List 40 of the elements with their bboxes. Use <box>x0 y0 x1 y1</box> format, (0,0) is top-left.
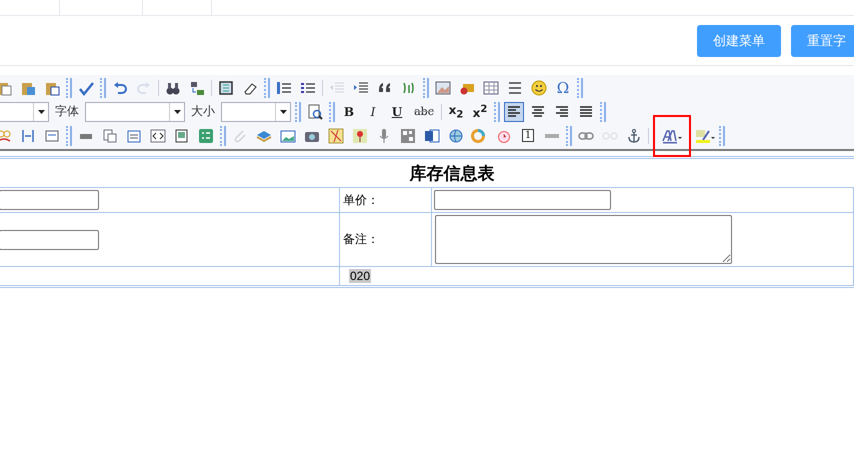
toolbar-group-handle <box>494 102 500 122</box>
toolbar-label: 大小 <box>191 103 215 120</box>
field-label: 备注： <box>343 231 379 248</box>
toolbar-group-handle <box>264 78 270 98</box>
format-button[interactable]: B <box>339 102 359 122</box>
input-field[interactable] <box>0 230 99 250</box>
toolbar-group-handle <box>566 126 572 146</box>
input-field[interactable] <box>0 190 99 210</box>
smiley-icon[interactable] <box>529 78 549 98</box>
dropdown-field[interactable] <box>85 102 185 122</box>
map-icon[interactable] <box>326 126 346 146</box>
form-title: 库存信息表 <box>0 159 854 188</box>
format-button[interactable]: I <box>363 102 383 122</box>
textarea-field[interactable] <box>435 215 732 264</box>
toolbar-group-handle <box>295 102 301 122</box>
format-button[interactable]: 1 <box>518 126 538 146</box>
format-button[interactable]: x$_{2}$ <box>446 102 466 122</box>
toolbar-group-handle <box>600 102 606 122</box>
caret-icon <box>280 110 286 114</box>
format-button[interactable]: U <box>387 102 407 122</box>
dropdown-field[interactable] <box>0 102 49 122</box>
toolbar-group-handle <box>719 126 725 146</box>
caret-icon <box>174 110 180 114</box>
toolbar-group-handle <box>220 126 226 146</box>
format-button[interactable]: Ω <box>553 78 573 98</box>
dropdown-field[interactable] <box>221 102 291 122</box>
toolbar-group-handle <box>66 126 72 146</box>
input-field[interactable] <box>434 190 611 210</box>
field-value: 020 <box>349 269 372 283</box>
toolbar-group-handle <box>100 78 106 98</box>
toolbar-group-handle <box>329 102 335 122</box>
toolbar-label: 字体 <box>55 103 79 120</box>
font-color-icon[interactable] <box>655 116 689 154</box>
toolbar-group-handle <box>423 78 429 98</box>
toolbar-group-handle <box>66 78 72 98</box>
align-left-icon[interactable] <box>504 102 524 122</box>
format-button[interactable]: x$^{2}$ <box>470 102 490 122</box>
caret-icon <box>38 110 44 114</box>
toolbar-group-handle <box>577 78 583 98</box>
field-label: 单价： <box>343 192 379 208</box>
